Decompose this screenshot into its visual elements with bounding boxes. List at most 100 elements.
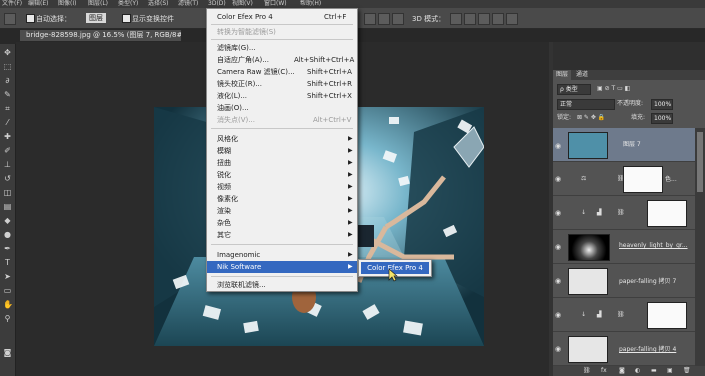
menu-edit[interactable]: 编辑(E) xyxy=(28,0,48,8)
brush-tool-icon[interactable]: ✐ xyxy=(3,146,12,155)
history-brush-tool-icon[interactable]: ↺ xyxy=(3,174,12,183)
menu-image[interactable]: 图像(I) xyxy=(58,0,76,8)
menu-item-last-filter[interactable]: Color Efex Pro 4 Ctrl+F xyxy=(207,11,357,23)
layer-row[interactable]: ◉ ↓ ▟ ⛓ xyxy=(553,196,695,230)
menu-item-render[interactable]: 渲染 ▶ xyxy=(207,205,357,217)
menu-window[interactable]: 窗口(W) xyxy=(264,0,287,8)
eraser-tool-icon[interactable]: ◫ xyxy=(3,188,12,197)
marquee-tool-icon[interactable]: ⬚ xyxy=(3,62,12,71)
show-transform-checkbox[interactable] xyxy=(122,14,131,23)
scrollbar-thumb[interactable] xyxy=(697,132,703,192)
menu-item-camera-raw[interactable]: Camera Raw 滤镜(C)... Shift+Ctrl+A xyxy=(207,66,357,78)
visibility-eye-icon[interactable]: ◉ xyxy=(555,243,561,251)
visibility-eye-icon[interactable]: ◉ xyxy=(555,141,561,151)
eyedropper-tool-icon[interactable]: ⁄ xyxy=(3,118,12,127)
3d-slide-icon[interactable] xyxy=(492,13,504,25)
layer-name[interactable]: paper-falling 拷贝 7 xyxy=(619,276,676,285)
new-group-icon[interactable]: ▬ xyxy=(651,366,657,375)
path-select-tool-icon[interactable]: ➤ xyxy=(3,272,12,281)
menu-3d[interactable]: 3D(D) xyxy=(208,0,226,8)
menu-item-filter-gallery[interactable]: 滤镜库(G)... xyxy=(207,42,357,54)
auto-select-checkbox[interactable] xyxy=(26,14,35,23)
menu-file[interactable]: 文件(F) xyxy=(2,0,22,8)
zoom-tool-icon[interactable]: ⚲ xyxy=(3,314,12,323)
menu-item-stylize[interactable]: 风格化 ▶ xyxy=(207,133,357,145)
tab-channels[interactable]: 通道 xyxy=(573,70,591,80)
menu-select[interactable]: 选择(S) xyxy=(148,0,169,8)
quick-select-tool-icon[interactable]: ✎ xyxy=(3,90,12,99)
3d-rotate-icon[interactable] xyxy=(450,13,462,25)
menu-item-noise[interactable]: 杂色 ▶ xyxy=(207,217,357,229)
menu-item-lens-correction[interactable]: 镜头校正(R)... Shift+Ctrl+R xyxy=(207,78,357,90)
shape-tool-icon[interactable]: ▭ xyxy=(3,286,12,295)
menu-item-blur[interactable]: 模糊 ▶ xyxy=(207,145,357,157)
add-mask-icon[interactable]: ◙ xyxy=(619,366,625,375)
opacity-input[interactable]: 100% xyxy=(651,99,673,110)
blend-mode-select[interactable]: 正常 xyxy=(557,99,615,110)
move-tool-icon[interactable]: ✥ xyxy=(3,48,12,57)
layers-scrollbar[interactable] xyxy=(695,128,705,366)
align-icon[interactable] xyxy=(364,13,376,25)
fill-input[interactable]: 100% xyxy=(651,113,673,124)
type-tool-icon[interactable]: T xyxy=(3,258,12,267)
dodge-tool-icon[interactable]: ● xyxy=(3,230,12,239)
layer-filter-kind-select[interactable]: ρ 类型 xyxy=(557,84,591,95)
visibility-eye-icon[interactable]: ◉ xyxy=(555,345,561,353)
menu-layer[interactable]: 图层(L) xyxy=(88,0,108,8)
new-adjustment-icon[interactable]: ◐ xyxy=(635,366,640,375)
visibility-eye-icon[interactable]: ◉ xyxy=(555,277,561,285)
menu-item-convert-smart-filter[interactable]: 转换为智能滤镜(S) xyxy=(207,26,357,38)
menu-item-imagenomic[interactable]: Imagenomic ▶ xyxy=(207,249,357,261)
menu-item-liquify[interactable]: 液化(L)... Shift+Ctrl+X xyxy=(207,90,357,102)
pen-tool-icon[interactable]: ✒ xyxy=(3,244,12,253)
layer-row[interactable]: ◉ paper-falling 拷贝 4 xyxy=(553,332,695,366)
3d-pan-icon[interactable] xyxy=(478,13,490,25)
hand-tool-icon[interactable]: ✋ xyxy=(3,300,13,309)
layer-name[interactable]: 图层 7 xyxy=(623,140,641,150)
document-tab[interactable]: bridge-828598.jpg @ 16.5% (图层 7, RGB/8#)… xyxy=(20,30,181,41)
lock-icons[interactable]: ⊠ ✎ ✥ 🔒 xyxy=(577,113,605,122)
menu-item-other[interactable]: 其它 ▶ xyxy=(207,229,357,241)
menu-help[interactable]: 帮助(H) xyxy=(300,0,321,8)
tab-layers[interactable]: 图层 xyxy=(553,70,572,80)
layer-filter-icons[interactable]: ▣ ⊘ T ▭ ◧ xyxy=(597,84,630,93)
menu-filter[interactable]: 滤镜(T) xyxy=(178,0,198,8)
3d-scale-icon[interactable] xyxy=(506,13,518,25)
gradient-tool-icon[interactable]: ▤ xyxy=(3,202,12,211)
auto-select-target-select[interactable]: 图层 xyxy=(86,13,106,23)
menu-item-nik-software[interactable]: Nik Software ▶ xyxy=(207,261,357,273)
new-layer-icon[interactable]: ▣ xyxy=(667,366,673,375)
menu-item-video[interactable]: 视频 ▶ xyxy=(207,181,357,193)
visibility-eye-icon[interactable]: ◉ xyxy=(555,175,561,183)
align-icon[interactable] xyxy=(378,13,390,25)
menu-item-vanishing-point[interactable]: 消失点(V)... Alt+Ctrl+V xyxy=(207,114,357,126)
visibility-eye-icon[interactable]: ◉ xyxy=(555,311,561,319)
lasso-tool-icon[interactable]: ∂ xyxy=(3,76,12,85)
layer-name[interactable]: paper-falling 拷贝 4 xyxy=(619,344,676,353)
menu-item-browse-online-filters[interactable]: 浏览联机滤镜... xyxy=(207,279,357,291)
layer-row[interactable]: ◉ ↓ ▟ ⛓ xyxy=(553,298,695,332)
move-tool-preset-icon[interactable] xyxy=(4,13,16,25)
align-icon[interactable] xyxy=(392,13,404,25)
visibility-eye-icon[interactable]: ◉ xyxy=(555,209,561,217)
menu-item-pixelate[interactable]: 像素化 ▶ xyxy=(207,193,357,205)
foreground-color-icon[interactable] xyxy=(3,332,12,341)
layer-row[interactable]: ◉ 图层 7 xyxy=(553,128,701,162)
layer-row[interactable]: ◉ paper-falling 拷贝 7 xyxy=(553,264,695,298)
link-layers-icon[interactable]: ⛓ xyxy=(583,366,591,375)
3d-roll-icon[interactable] xyxy=(464,13,476,25)
crop-tool-icon[interactable]: ⌗ xyxy=(3,104,12,113)
menu-item-distort[interactable]: 扭曲 ▶ xyxy=(207,157,357,169)
layer-row[interactable]: ◉ ⚖ ⛓ 色... xyxy=(553,162,695,196)
layer-name[interactable]: heavenly_light_by_gr... xyxy=(619,242,688,249)
blur-tool-icon[interactable]: ◆ xyxy=(3,216,12,225)
healing-tool-icon[interactable]: ✚ xyxy=(3,132,12,141)
fx-icon[interactable]: fx xyxy=(601,366,607,375)
menu-type[interactable]: 类型(Y) xyxy=(118,0,138,8)
menu-item-oil-paint[interactable]: 油画(O)... xyxy=(207,102,357,114)
layer-name[interactable]: 色... xyxy=(665,174,677,183)
stamp-tool-icon[interactable]: ⊥ xyxy=(3,160,12,169)
trash-icon[interactable]: 🗑 xyxy=(683,366,691,375)
menu-item-adaptive-wide-angle[interactable]: 自适应广角(A)... Alt+Shift+Ctrl+A xyxy=(207,54,357,66)
menu-item-sharpen[interactable]: 锐化 ▶ xyxy=(207,169,357,181)
